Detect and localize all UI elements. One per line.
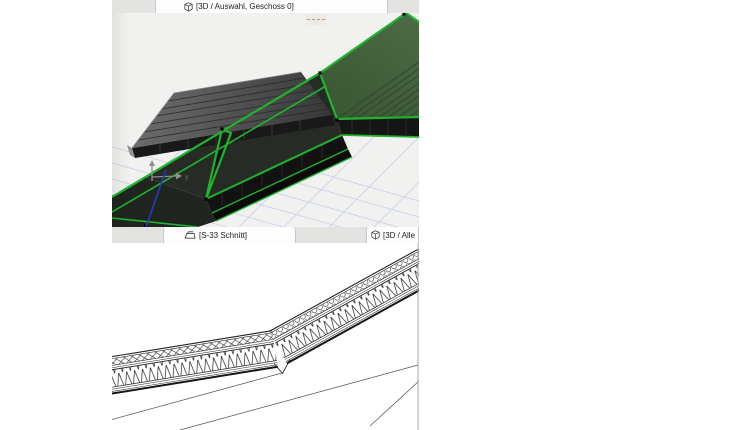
tab-label: [3D / Auswahl, Geschoss 0]: [196, 2, 294, 11]
tab-bar-section: [S-33 Schnitt] [3D / Alle: [112, 227, 419, 243]
tab-3d-alle[interactable]: [3D / Alle: [366, 227, 419, 243]
selected-roof-surface: [320, 13, 419, 119]
section-drawing: [112, 243, 419, 430]
scene-3d: y: [112, 13, 419, 227]
minimized-palette[interactable]: [305, 14, 327, 25]
cube-3d-icon: [184, 1, 193, 12]
viewport-3d[interactable]: y: [112, 13, 419, 227]
roof-section-right-segment: [268, 248, 419, 365]
palette-dash: [316, 18, 321, 21]
app-window: [3D / Auswahl, Geschoss 0] y [S-33 Schni…: [112, 0, 419, 430]
y-axis-label: y: [185, 174, 189, 181]
palette-dash: [306, 18, 311, 21]
tab-label: [3D / Alle: [383, 230, 416, 240]
tab-bar-3d: [3D / Auswahl, Geschoss 0]: [112, 0, 419, 13]
tab-3d-auswahl[interactable]: [3D / Auswahl, Geschoss 0]: [155, 0, 388, 13]
palette-dash: [311, 18, 316, 21]
cube-3d-icon: [371, 230, 380, 240]
section-marker-icon: [184, 230, 196, 240]
palette-dash: [321, 18, 326, 21]
tab-label: [S-33 Schnitt]: [199, 230, 248, 240]
tab-s33-schnitt[interactable]: [S-33 Schnitt]: [163, 227, 296, 243]
viewport-section[interactable]: [112, 243, 419, 430]
z-axis-arrow: [149, 160, 155, 166]
roof-section-left-segment: [112, 330, 278, 395]
